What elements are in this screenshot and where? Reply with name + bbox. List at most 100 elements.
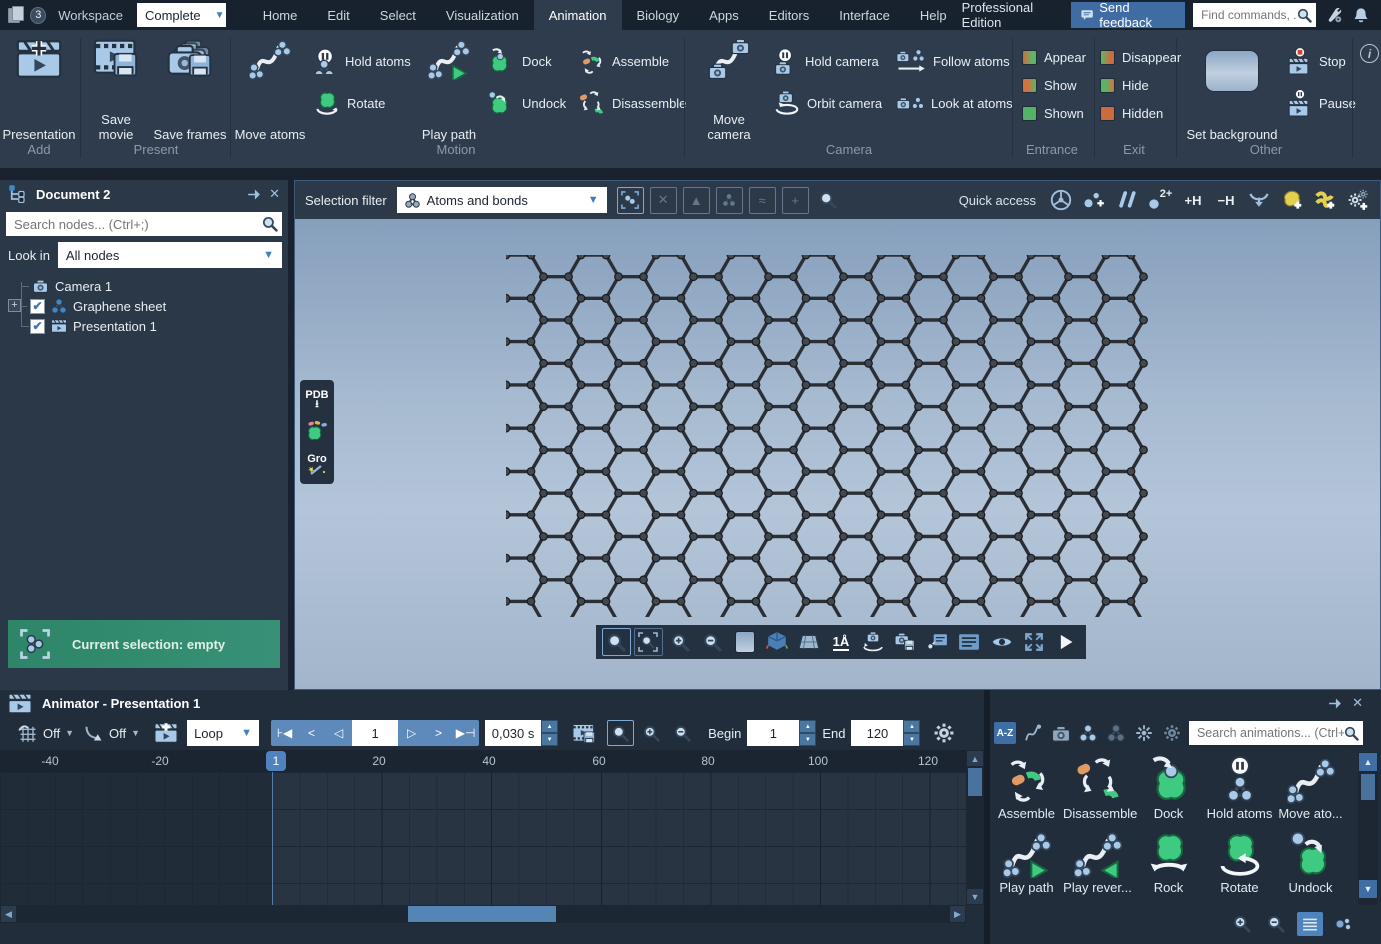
timeline-ruler[interactable]: -40 -20 1 20 40 60 80 100 120 xyxy=(0,750,966,772)
group-selection-button[interactable]: + xyxy=(782,187,809,214)
search-icon[interactable] xyxy=(262,216,278,232)
graphene-sheet[interactable] xyxy=(506,255,1156,617)
animator-settings-gear-icon[interactable] xyxy=(930,720,957,746)
current-frame-input[interactable] xyxy=(352,720,398,746)
pause-button[interactable]: Pause xyxy=(1288,88,1356,118)
tracks-vertical-scrollbar[interactable]: ▲ ▼ xyxy=(966,750,984,905)
assemble-button[interactable]: Assemble xyxy=(578,46,669,76)
menu-help[interactable]: Help xyxy=(905,0,962,30)
timeline-horizontal-scrollbar[interactable]: ◀ ▶ xyxy=(0,905,966,923)
fps-grid-toggle[interactable]: Off ▼ xyxy=(18,724,74,742)
move-camera-button[interactable]: Move camera xyxy=(690,38,768,142)
remove-hydrogens-button[interactable]: −H xyxy=(1212,187,1240,213)
save-movie-button[interactable]: Save movie xyxy=(84,38,148,142)
grid-plane-icon[interactable] xyxy=(794,628,823,656)
filter-motion-icon[interactable] xyxy=(1022,721,1044,745)
workspace-layout-dropdown[interactable]: Complete▼ xyxy=(137,3,226,27)
end-field[interactable] xyxy=(851,720,903,746)
search-icon[interactable] xyxy=(1344,726,1359,741)
look-at-atoms-button[interactable]: Look at atoms xyxy=(896,88,1013,118)
menu-animation[interactable]: Animation xyxy=(534,0,622,30)
scroll-right-icon[interactable]: ▶ xyxy=(950,906,965,922)
filter-exit-icon[interactable] xyxy=(1105,721,1127,745)
library-zoom-out[interactable] xyxy=(1263,912,1289,936)
hide-button[interactable]: Hide xyxy=(1100,70,1149,100)
dock-button[interactable]: Dock xyxy=(488,46,552,76)
list-view-button[interactable] xyxy=(1297,912,1323,936)
search-animations-box[interactable] xyxy=(1189,721,1363,745)
sort-alphabetical-button[interactable]: A-Z xyxy=(994,722,1016,744)
menu-home[interactable]: Home xyxy=(248,0,313,30)
scroll-up-icon[interactable]: ▲ xyxy=(1359,753,1377,771)
preset-play-reverse[interactable]: Play rever... xyxy=(1063,830,1132,895)
add-chain-icon[interactable] xyxy=(1311,187,1339,213)
find-commands-input[interactable] xyxy=(1201,8,1297,22)
search-nodes-input[interactable] xyxy=(14,217,262,232)
scroll-thumb[interactable] xyxy=(1361,774,1375,800)
show-button[interactable]: Show xyxy=(1022,70,1077,100)
select-all-button[interactable] xyxy=(617,187,644,214)
workspace-label[interactable]: Workspace xyxy=(58,8,123,23)
menu-visualization[interactable]: Visualization xyxy=(431,0,534,30)
begin-field[interactable] xyxy=(747,720,799,746)
step-forward-button[interactable]: ▷ xyxy=(398,720,425,746)
zoom-in-icon[interactable] xyxy=(666,628,695,656)
hold-atoms-button[interactable]: Hold atoms xyxy=(314,46,411,76)
search-nodes-box[interactable] xyxy=(6,212,282,236)
select-up-button[interactable]: ▲ xyxy=(683,187,710,214)
scroll-left-icon[interactable]: ◀ xyxy=(1,906,16,922)
fullscreen-icon[interactable] xyxy=(1019,628,1048,656)
preset-dock[interactable]: Dock xyxy=(1134,756,1203,821)
hidden-button[interactable]: Hidden xyxy=(1100,98,1163,128)
follow-atoms-button[interactable]: Follow atoms xyxy=(896,46,1010,76)
selection-filter-dropdown[interactable]: Atoms and bonds ▼ xyxy=(397,187,607,213)
begin-spinner[interactable]: ▲▼ xyxy=(799,720,816,746)
fetch-pdb-button[interactable]: PDB⭳ xyxy=(302,385,332,415)
library-scrollbar[interactable]: ▲ ▼ xyxy=(1358,752,1378,905)
set-background-button[interactable]: Set background xyxy=(1182,38,1282,142)
disassemble-button[interactable]: Disassemble xyxy=(578,88,686,118)
go-last-frame-button[interactable]: ▶⊣ xyxy=(452,720,479,746)
scale-1a-label[interactable]: 1Å xyxy=(826,628,855,656)
filter-camera-icon[interactable] xyxy=(1050,721,1072,745)
preset-assemble[interactable]: Assemble xyxy=(992,756,1061,821)
begin-input[interactable] xyxy=(747,726,799,741)
menu-interface[interactable]: Interface xyxy=(824,0,905,30)
presentation-button[interactable]: Presentation xyxy=(4,38,74,142)
visibility-checkbox[interactable]: ✔ xyxy=(30,319,45,334)
search-icon[interactable] xyxy=(1297,8,1312,23)
timeline-zoom-tool[interactable] xyxy=(607,720,634,746)
spin-down-icon[interactable]: ▼ xyxy=(541,733,558,746)
add-animation-button[interactable] xyxy=(152,720,179,746)
preset-undock[interactable]: Undock xyxy=(1276,830,1345,895)
save-frames-button[interactable]: Save frames xyxy=(152,38,228,142)
menu-apps[interactable]: Apps xyxy=(694,0,754,30)
document-count-badge[interactable]: 3 xyxy=(30,7,46,24)
menu-select[interactable]: Select xyxy=(365,0,431,30)
filter-settings-icon[interactable] xyxy=(1161,721,1183,745)
select-similar-button[interactable]: ≈ xyxy=(749,187,776,214)
scroll-down-icon[interactable]: ▼ xyxy=(1359,880,1377,898)
scroll-up-icon[interactable]: ▲ xyxy=(967,751,983,766)
shown-button[interactable]: Shown xyxy=(1022,98,1084,128)
search-animations-input[interactable] xyxy=(1197,726,1344,740)
background-icon[interactable] xyxy=(730,628,759,656)
spin-down-icon[interactable]: ▼ xyxy=(903,733,920,746)
close-panel-icon[interactable]: ✕ xyxy=(269,186,280,202)
zoom-region-icon[interactable] xyxy=(634,628,663,656)
move-atoms-button[interactable]: Move atoms xyxy=(232,38,308,142)
frame-time-field[interactable] xyxy=(485,720,541,746)
visibility-eye-icon[interactable] xyxy=(987,628,1016,656)
next-keyframe-button[interactable]: > xyxy=(425,720,452,746)
hold-camera-button[interactable]: Hold camera xyxy=(774,46,879,76)
library-zoom-in[interactable] xyxy=(1229,912,1255,936)
end-input[interactable] xyxy=(851,726,903,741)
pin-panel-icon[interactable] xyxy=(246,187,261,202)
annotation-icon[interactable] xyxy=(923,628,952,656)
filter-effects-icon[interactable] xyxy=(1133,721,1155,745)
tree-item-camera[interactable]: Camera 1 xyxy=(32,276,112,296)
orbit-camera-button[interactable]: Orbit camera xyxy=(774,88,882,118)
overlay-panel-icon[interactable] xyxy=(955,628,984,656)
zoom-selection-icon[interactable] xyxy=(815,187,842,214)
filter-entrance-icon[interactable] xyxy=(1078,721,1100,745)
